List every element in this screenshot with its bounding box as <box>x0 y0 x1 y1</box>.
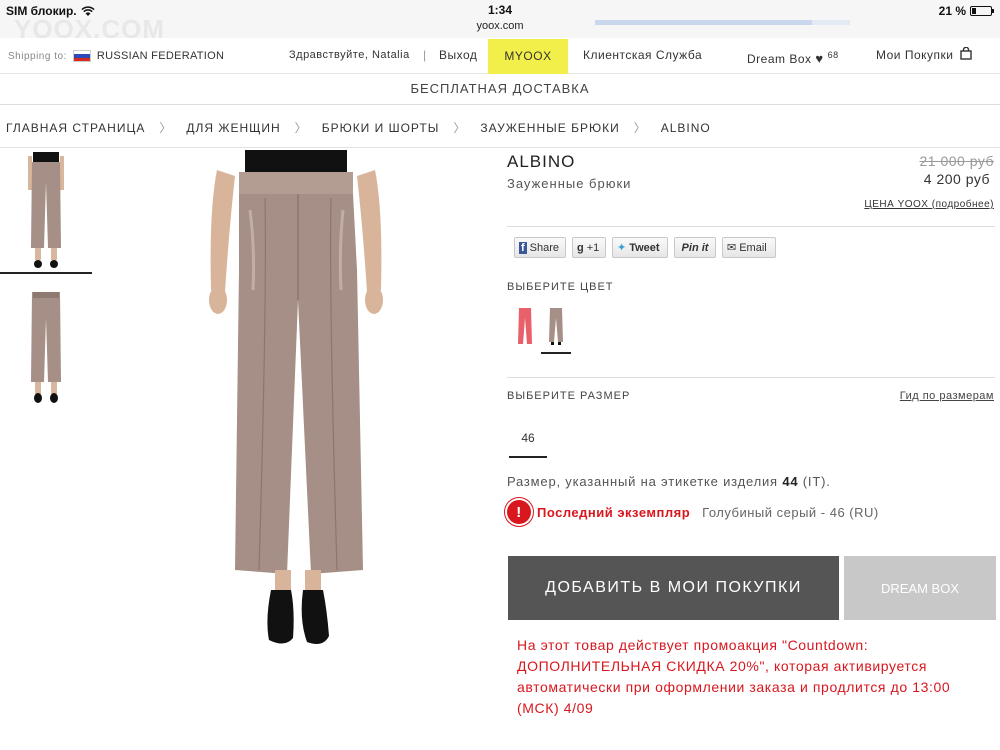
promo-message: На этот товар действует промоакция "Coun… <box>517 637 951 716</box>
email-share-button[interactable]: ✉ Email <box>722 237 776 258</box>
size-note-text: Размер, указанный на этикетке изделия <box>507 474 778 489</box>
facebook-share-label: Share <box>529 241 560 254</box>
tweet-label: Tweet <box>629 241 660 254</box>
size-note-value: 44 <box>782 474 799 489</box>
divider <box>507 377 995 378</box>
gplus-label: +1 <box>586 241 600 254</box>
last-item-text: Последний экземпляр <box>537 504 691 520</box>
logout-link[interactable]: Выход <box>439 38 477 73</box>
clock: 1:34 <box>487 3 513 17</box>
google-plus-icon: g <box>577 241 584 254</box>
dream-box-count: 68 <box>827 50 839 60</box>
size-label-note: Размер, указанный на этикетке изделия 44… <box>507 474 831 489</box>
address-bar[interactable]: yoox.com <box>0 20 1000 32</box>
color-label: ВЫБЕРИТЕ ЦВЕТ <box>507 281 614 293</box>
breadcrumb-current: ALBINO <box>660 120 711 135</box>
shopping-bag-icon <box>960 46 973 60</box>
product-thumbnail-image <box>31 292 61 403</box>
product-brand[interactable]: ALBINO <box>507 152 575 172</box>
page-load-progress <box>595 20 850 25</box>
facebook-share-button[interactable]: f Share <box>514 237 566 258</box>
thumbnail-front[interactable] <box>0 152 92 274</box>
breadcrumb-chevron-icon: 〉 <box>633 121 647 135</box>
share-buttons: f Share g +1 ✦ Tweet Pin it ✉ Email <box>514 237 776 258</box>
envelope-icon: ✉ <box>727 242 737 254</box>
tweet-button[interactable]: ✦ Tweet <box>612 237 668 258</box>
gplus-button[interactable]: g +1 <box>572 237 606 258</box>
nav-separator: | <box>423 48 427 62</box>
my-purchases-label: Мои Покупки <box>876 48 954 62</box>
my-purchases-link[interactable]: Мои Покупки <box>876 38 973 73</box>
size-note-unit: (IT). <box>802 474 831 489</box>
twitter-bird-icon: ✦ <box>617 242 627 254</box>
pinterest-label: Pin it <box>681 241 709 254</box>
myoox-button[interactable]: MYOOX <box>488 39 568 74</box>
battery-status: 21 % <box>938 4 994 18</box>
free-shipping-banner: БЕСПЛАТНАЯ ДОСТАВКА <box>0 75 1000 105</box>
dream-box-label: Dream Box <box>747 52 812 66</box>
pinterest-button[interactable]: Pin it <box>674 237 716 258</box>
price-info-link[interactable]: ЦЕНА YOOX (подробнее) <box>864 199 994 210</box>
breadcrumb-home[interactable]: ГЛАВНАЯ СТРАНИЦА <box>6 121 145 135</box>
coral-trousers-thumbnail <box>518 308 532 344</box>
color-swatch-taupe[interactable] <box>541 306 571 354</box>
stock-warning: ! Последний экземпляр Голубиный серый - … <box>507 500 879 524</box>
top-navigation: Shipping to: RUSSIAN FEDERATION Здравств… <box>0 38 1000 74</box>
russia-flag-icon <box>72 50 91 62</box>
breadcrumb-chevron-icon: 〉 <box>294 121 308 135</box>
color-swatch-coral[interactable] <box>510 306 540 354</box>
add-to-cart-button[interactable]: ДОБАВИТЬ В МОИ ПОКУПКИ <box>508 556 839 620</box>
country-name: RUSSIAN FEDERATION <box>96 50 225 62</box>
status-bar: YOOX.COM SIM блокир. 1:34 yoox.com 21 % <box>0 0 1000 44</box>
greeting-text: Здравствуйте, Natalia <box>289 49 410 61</box>
current-price: 4 200 руб <box>923 171 990 187</box>
email-share-label: Email <box>739 241 767 254</box>
dream-box-link[interactable]: Dream Box ♥ 68 <box>747 38 839 73</box>
breadcrumb-women[interactable]: ДЛЯ ЖЕНЩИН <box>186 121 280 135</box>
shipping-label: Shipping to: <box>8 50 67 62</box>
shipping-country[interactable]: Shipping to: RUSSIAN FEDERATION <box>8 50 224 62</box>
product-thumbnail-image <box>28 152 64 268</box>
size-guide-link[interactable]: Гид по размерам <box>900 390 994 402</box>
alert-icon: ! <box>507 500 531 524</box>
thumbnail-back[interactable] <box>0 290 92 410</box>
old-price: 21 000 руб <box>919 153 994 169</box>
heart-icon: ♥ <box>815 51 824 66</box>
facebook-icon: f <box>519 241 527 254</box>
size-label: ВЫБЕРИТЕ РАЗМЕР <box>507 390 631 402</box>
breadcrumb-chevron-icon: 〉 <box>159 121 173 135</box>
battery-icon <box>970 6 994 16</box>
customer-service-link[interactable]: Клиентская Служба <box>583 38 702 73</box>
breadcrumb-skinny[interactable]: ЗАУЖЕННЫЕ БРЮКИ <box>480 121 619 135</box>
divider <box>507 226 995 227</box>
size-option-46[interactable]: 46 <box>509 426 547 458</box>
taupe-trousers-thumbnail <box>549 308 563 345</box>
product-type: Зауженные брюки <box>507 176 632 191</box>
dream-box-button[interactable]: DREAM BOX <box>844 556 996 620</box>
breadcrumb-trousers[interactable]: БРЮКИ И ШОРТЫ <box>322 121 440 135</box>
battery-percent: 21 % <box>938 4 966 18</box>
stock-detail-text: Голубиный серый - 46 (RU) <box>702 504 879 520</box>
product-main-image[interactable] <box>195 150 400 650</box>
breadcrumb-chevron-icon: 〉 <box>453 121 467 135</box>
breadcrumb: ГЛАВНАЯ СТРАНИЦА 〉 ДЛЯ ЖЕНЩИН 〉 БРЮКИ И … <box>0 108 1000 148</box>
